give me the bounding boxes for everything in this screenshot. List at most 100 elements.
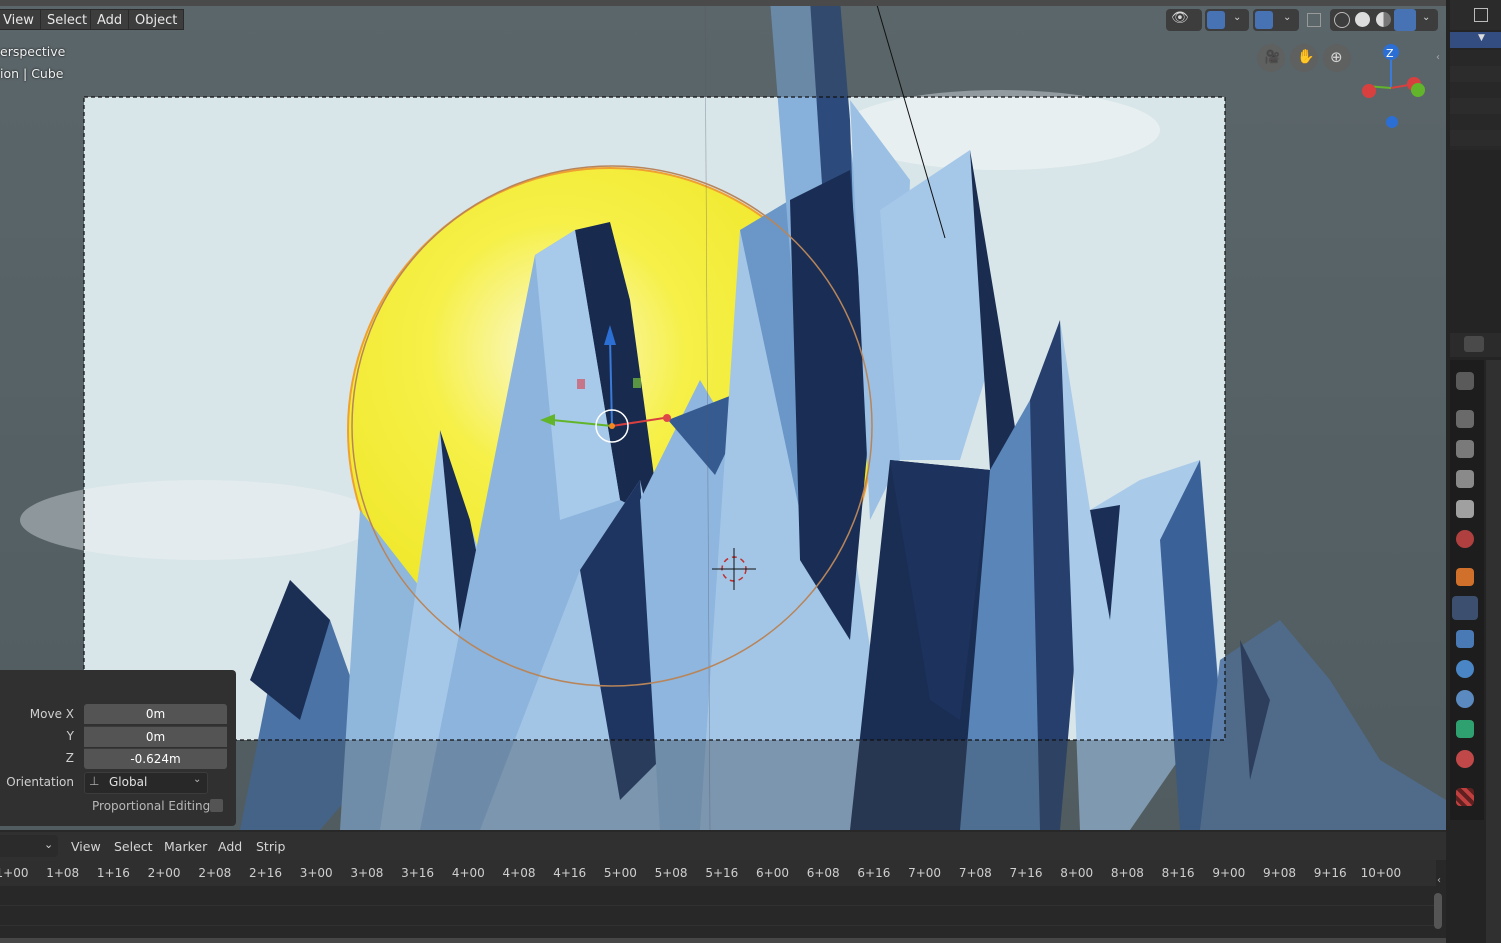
timeline-tick-label: 5+00 <box>603 866 637 880</box>
menu-add[interactable]: Add <box>90 9 130 30</box>
timeline-menu-strip[interactable]: Strip <box>256 839 285 854</box>
orientation-label: Orientation <box>6 775 74 789</box>
view-perspective-label: erspective <box>0 44 66 59</box>
visibility-dropdown[interactable]: 👁 <box>1166 9 1202 31</box>
adjust-last-operation-panel: Move X 0m Y 0m Z -0.624m Orientation ⊥ G… <box>0 670 236 826</box>
material-shading-icon[interactable] <box>1376 12 1391 27</box>
chevron-down-icon: ⌄ <box>1422 12 1431 23</box>
move-x-label: Move X <box>29 707 74 721</box>
data-tab-icon[interactable] <box>1456 720 1474 738</box>
timeline-tick-label: 7+00 <box>908 866 942 880</box>
editor-type-dropdown[interactable]: ⌄ <box>0 835 58 857</box>
expand-arrow-icon: ▼ <box>1478 33 1485 43</box>
tool-tab-icon[interactable] <box>1456 372 1474 390</box>
timeline-tick-label: 9+16 <box>1313 866 1347 880</box>
menu-object[interactable]: Object <box>128 9 185 30</box>
modifier-tab-icon[interactable] <box>1452 596 1478 620</box>
menu-view[interactable]: View <box>0 9 41 30</box>
world-tab-icon[interactable] <box>1456 530 1474 548</box>
timeline-tick-label: 5+16 <box>705 866 739 880</box>
material-tab-icon[interactable] <box>1456 750 1474 768</box>
overlay-toggle[interactable]: ⌄ <box>1253 9 1299 31</box>
timeline-tick-label: 1+00 <box>0 866 29 880</box>
move-x-field[interactable]: 0m <box>84 704 227 724</box>
outliner-selected-row[interactable]: ▼ <box>1450 32 1501 48</box>
hand-pan-icon[interactable]: ✋ <box>1290 44 1318 72</box>
wireframe-shading-icon[interactable] <box>1334 12 1350 28</box>
xray-icon <box>1307 13 1321 27</box>
gizmo-toggle[interactable]: ⌄ <box>1205 9 1249 31</box>
xray-toggle[interactable] <box>1304 9 1324 31</box>
timeline-tick-label: 5+08 <box>654 866 688 880</box>
timeline-tracks[interactable] <box>0 886 1436 938</box>
gizmo-icon <box>1207 11 1225 29</box>
chevron-down-icon: ⌄ <box>1283 12 1292 23</box>
timeline-tick-label: 8+00 <box>1060 866 1094 880</box>
zoom-icon[interactable]: ⊕ <box>1323 44 1351 72</box>
timeline-scrollbar[interactable] <box>1434 893 1442 929</box>
solid-shading-icon[interactable] <box>1355 12 1370 27</box>
timeline-tick-label: 1+16 <box>96 866 130 880</box>
orientation-icon: ⊥ <box>89 774 100 788</box>
timeline-menu-marker[interactable]: Marker <box>164 839 207 854</box>
view-layer-tab-icon[interactable] <box>1456 470 1474 488</box>
move-y-field[interactable]: 0m <box>84 726 227 747</box>
timeline-tick-label: 2+00 <box>147 866 181 880</box>
timeline-header <box>0 832 1446 860</box>
camera-view-icon[interactable]: 🎥 <box>1257 44 1285 72</box>
timeline-tick-label: 9+08 <box>1263 866 1296 880</box>
orientation-value: Global <box>109 775 148 789</box>
overlay-icon <box>1255 11 1273 29</box>
timeline-tick-label: 4+00 <box>451 866 485 880</box>
timeline-tick-label: 2+16 <box>249 866 282 880</box>
status-bar <box>0 938 1446 943</box>
scene-tab-icon[interactable] <box>1456 500 1474 518</box>
timeline-tick-label: 7+16 <box>1009 866 1043 880</box>
timeline-sidebar-toggle-icon[interactable]: ‹ <box>1437 875 1441 886</box>
timeline-menu-select[interactable]: Select <box>114 839 153 854</box>
timeline-tick-label: 4+16 <box>553 866 587 880</box>
outliner-filter-icon[interactable] <box>1474 8 1488 22</box>
properties-content <box>1486 360 1501 943</box>
menu-select[interactable]: Select <box>40 9 95 30</box>
physics-tab-icon[interactable] <box>1456 660 1474 678</box>
svg-text:Z: Z <box>1386 47 1394 60</box>
z-label: Z <box>65 751 74 765</box>
texture-tab-icon[interactable] <box>1456 788 1474 806</box>
timeline-tick-label: 10+00 <box>1360 866 1402 880</box>
constraints-tab-icon[interactable] <box>1456 690 1474 708</box>
shading-modes[interactable]: ⌄ <box>1330 9 1438 31</box>
output-tab-icon[interactable] <box>1456 440 1474 458</box>
particles-tab-icon[interactable] <box>1456 630 1474 648</box>
chevron-down-icon: ⌄ <box>193 774 202 785</box>
timeline-menu-add[interactable]: Add <box>218 839 242 854</box>
timeline-tick-label: 3+00 <box>299 866 333 880</box>
timeline-tick-label: 8+16 <box>1161 866 1195 880</box>
orientation-dropdown[interactable]: ⊥ Global ⌄ <box>84 772 208 794</box>
render-tab-icon[interactable] <box>1456 410 1474 428</box>
timeline-tick-label: 1+08 <box>46 866 80 880</box>
timeline-tick-label: 6+16 <box>857 866 891 880</box>
active-object-label: ion | Cube <box>0 66 64 81</box>
timeline-tick-label: 9+00 <box>1212 866 1246 880</box>
header-top-edge <box>0 0 1446 6</box>
proportional-editing-label: Proportional Editing <box>92 799 211 813</box>
sidebar-toggle-icon[interactable]: ‹ <box>1436 52 1440 63</box>
timeline-tick-label: 3+16 <box>401 866 435 880</box>
chevron-down-icon: ⌄ <box>1233 12 1242 23</box>
chevron-down-icon: ⌄ <box>44 838 54 851</box>
proportional-editing-checkbox[interactable] <box>210 799 223 812</box>
rendered-shading-icon[interactable] <box>1394 9 1416 31</box>
outliner-header <box>1450 0 1501 30</box>
properties-editor-icon[interactable] <box>1464 336 1484 352</box>
timeline-tick-label: 4+08 <box>502 866 536 880</box>
eye-icon: 👁 <box>1171 10 1189 26</box>
timeline-tick-label: 8+08 <box>1110 866 1144 880</box>
timeline-menu-view[interactable]: View <box>71 839 101 854</box>
timeline-tick-label: 2+08 <box>198 866 232 880</box>
move-z-field[interactable]: -0.624m <box>84 748 227 769</box>
object-tab-icon[interactable] <box>1456 568 1474 586</box>
timeline-tick-label: 6+00 <box>756 866 789 880</box>
timeline-tick-label: 6+08 <box>806 866 840 880</box>
outliner-rows[interactable] <box>1450 50 1501 150</box>
